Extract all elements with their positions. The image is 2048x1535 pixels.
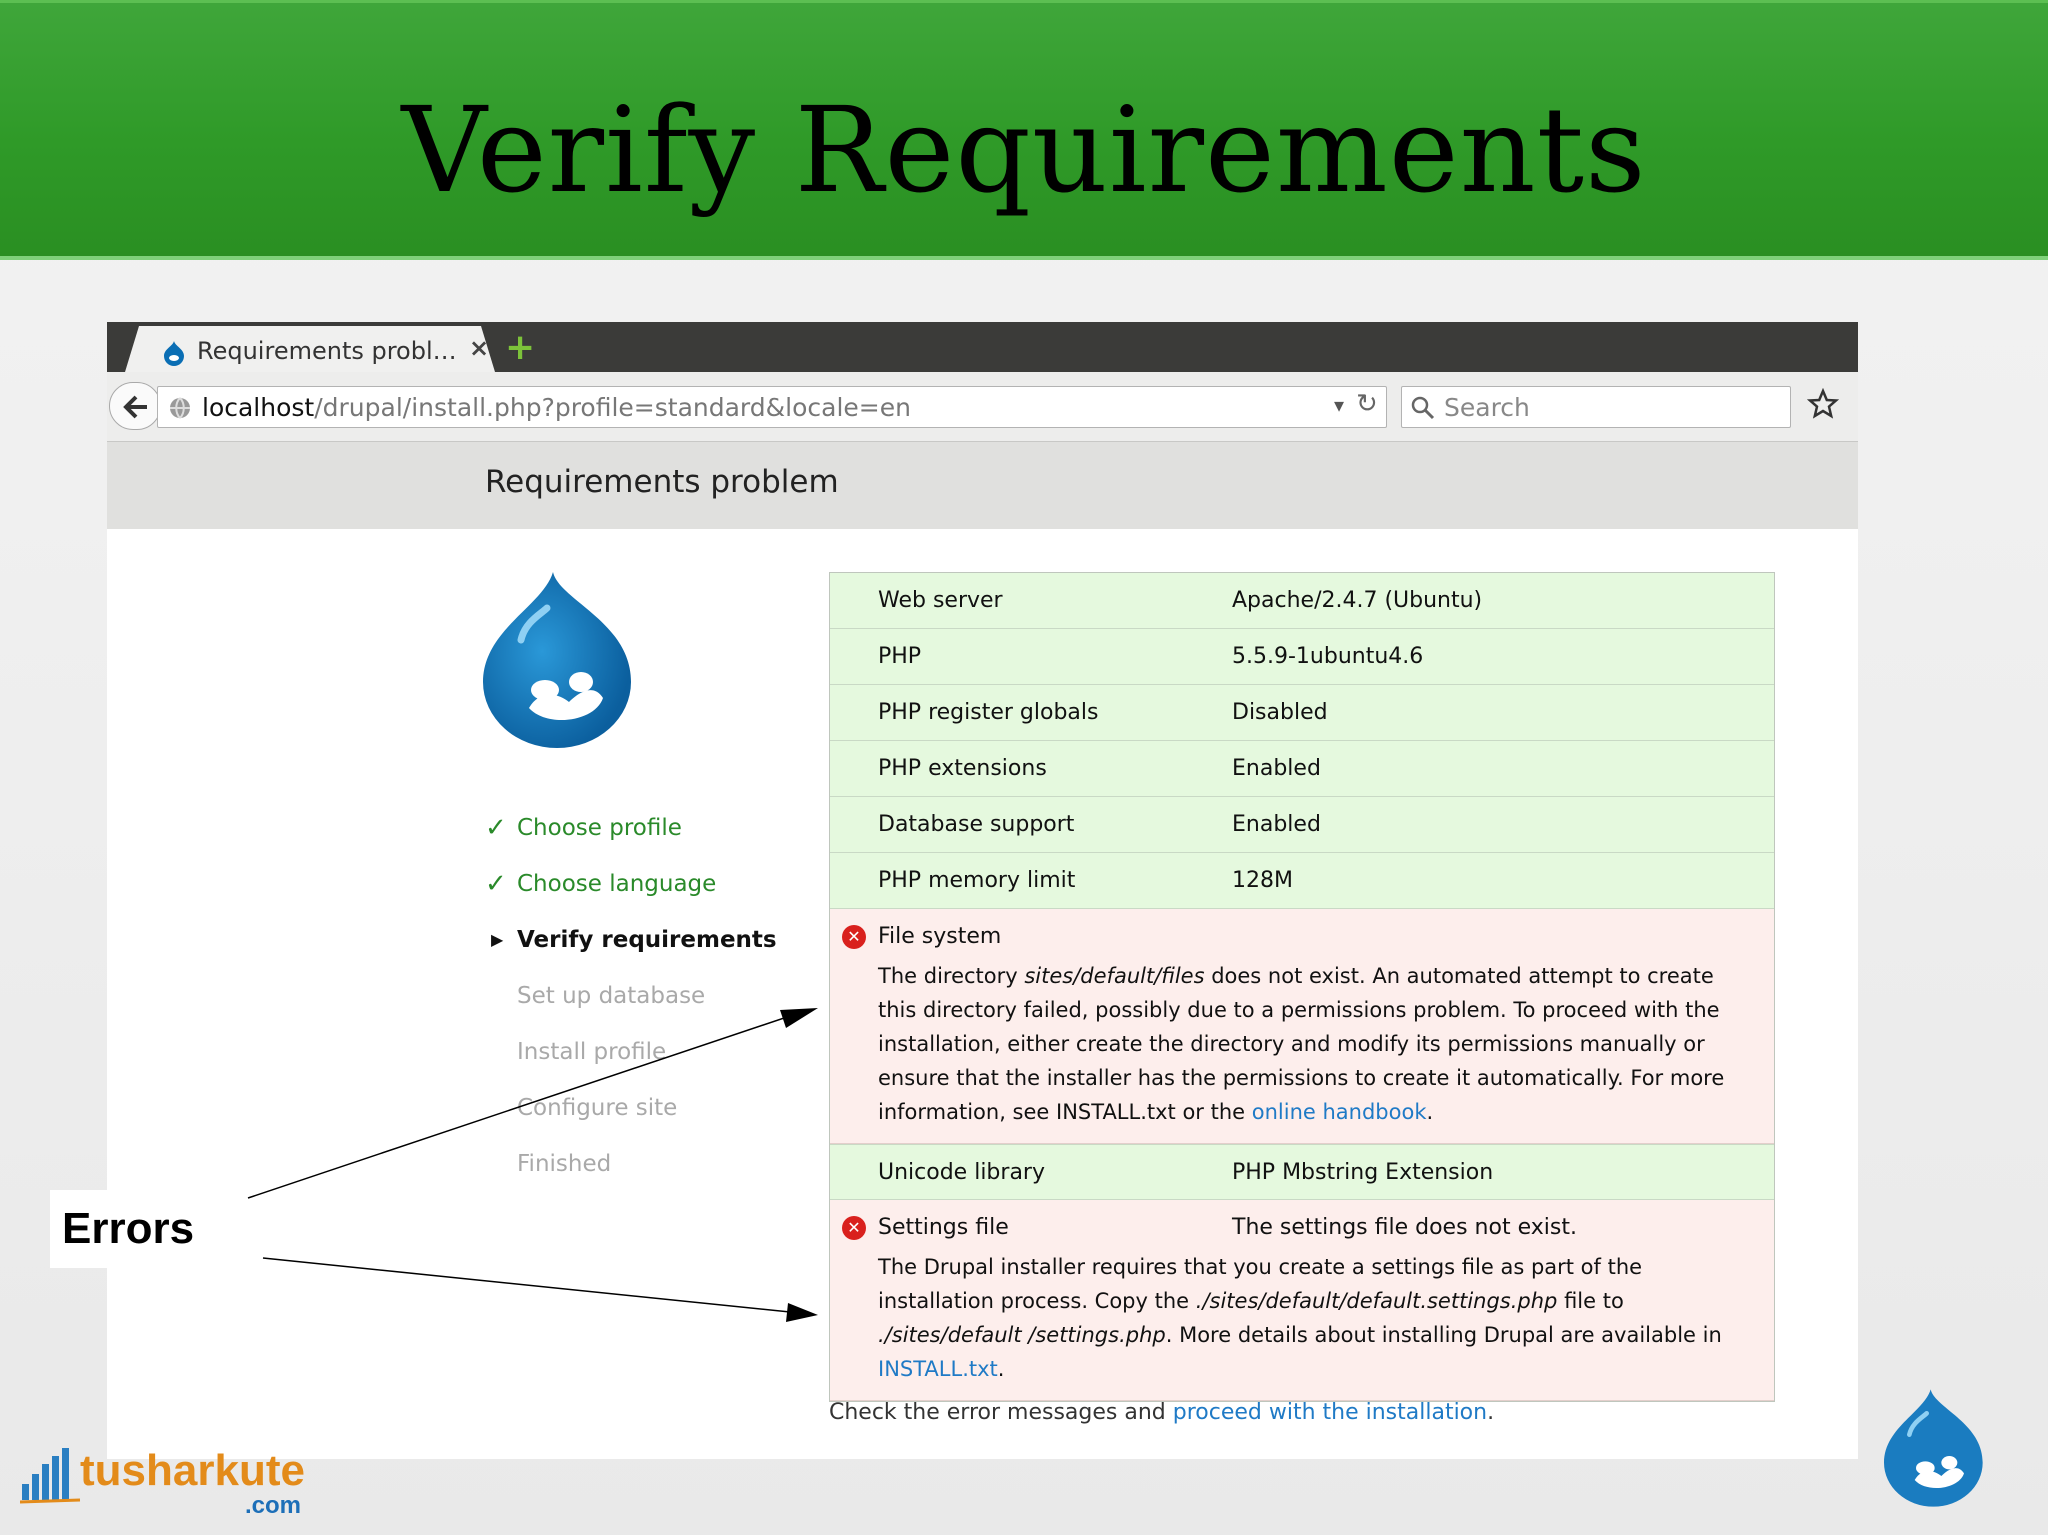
- drupal-drop-icon: [1884, 1389, 1983, 1507]
- tusharkute-logo-icon: [20, 1448, 81, 1504]
- brand-name: tusharkute: [80, 1446, 305, 1495]
- arrow-icon: [262, 1257, 791, 1313]
- arrow-head-icon: [780, 1008, 818, 1028]
- brand-domain: .com: [245, 1492, 302, 1519]
- arrow-head-icon: [786, 1303, 818, 1322]
- arrow-icon: [247, 1015, 791, 1199]
- annotation-arrows: [247, 1008, 818, 1322]
